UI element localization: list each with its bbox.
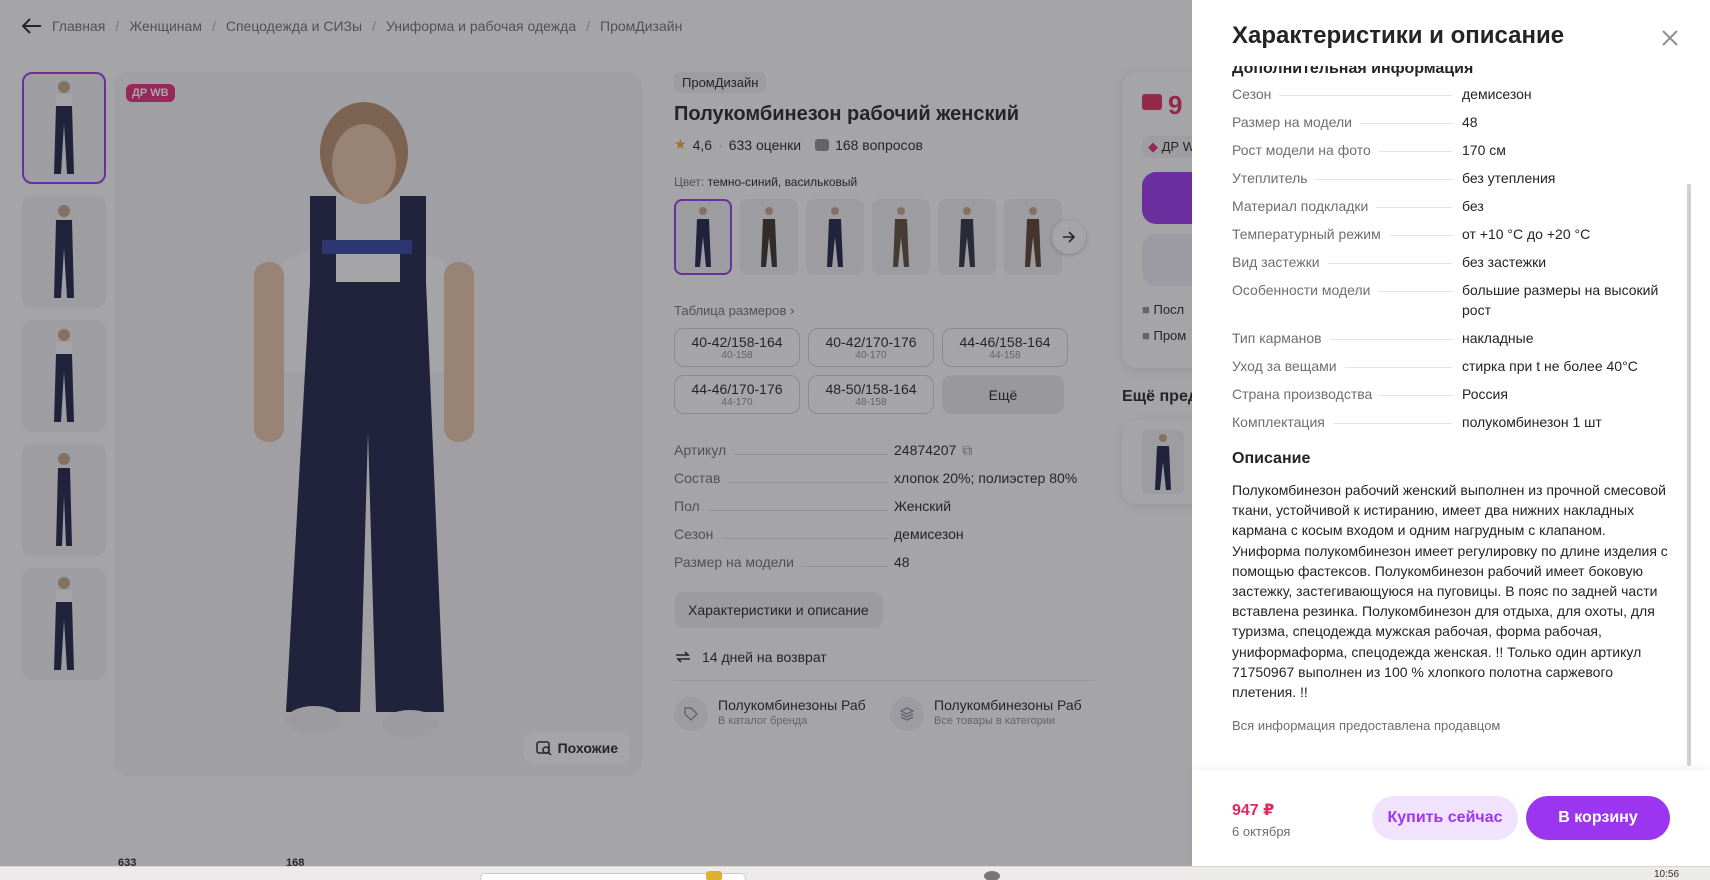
char-row: Уход за вещами стирка при t не более 40°С — [1232, 352, 1672, 380]
characteristics-list: Сезон демисезон Размер на модели 48 Рост м… — [1232, 80, 1672, 733]
char-value: 170 см — [1462, 142, 1506, 158]
char-key: Особенности модели — [1232, 282, 1371, 298]
char-value: от +10 °C до +20 °C — [1462, 226, 1591, 242]
delivery-date: 6 октября — [1232, 824, 1291, 839]
char-value: без утепления — [1462, 170, 1556, 186]
characteristics-panel: Характеристики и описание Дополнительная… — [1192, 0, 1710, 866]
char-key: Температурный режим — [1232, 226, 1381, 242]
char-key: Комплектация — [1232, 414, 1325, 430]
app-icon[interactable] — [706, 871, 722, 880]
char-value: большие размеры на высокий рост — [1462, 282, 1659, 318]
char-key: Сезон — [1232, 86, 1272, 102]
char-value: 48 — [1462, 114, 1478, 130]
char-row: Вид застежки без застежки — [1232, 248, 1672, 276]
char-row: Рост модели на фото 170 см — [1232, 136, 1672, 164]
char-row: Тип карманов накладные — [1232, 324, 1672, 352]
panel-scrollbar[interactable] — [1687, 184, 1691, 766]
char-row: Страна производства Россия — [1232, 380, 1672, 408]
char-row: Размер на модели 48 — [1232, 108, 1672, 136]
char-row: Утеплитель без утепления — [1232, 164, 1672, 192]
char-value: накладные — [1462, 330, 1534, 346]
close-icon[interactable] — [1658, 26, 1682, 50]
char-key: Утеплитель — [1232, 170, 1308, 186]
char-key: Тип карманов — [1232, 330, 1322, 346]
char-key: Вид застежки — [1232, 254, 1320, 270]
footer-price: 947 ₽ — [1232, 802, 1275, 819]
seller-note: Вся информация предоставлена продавцом — [1232, 718, 1501, 734]
clock: 10:56 — [1654, 869, 1680, 880]
panel-footer: 947 ₽ 6 октября Купить сейчас В корзину — [1192, 770, 1710, 866]
taskbar: 10:56 — [0, 866, 1710, 880]
char-row: Температурный режим от +10 °C до +20 °C — [1232, 220, 1672, 248]
char-key: Рост модели на фото — [1232, 142, 1371, 158]
panel-title: Характеристики и описание — [1232, 22, 1565, 49]
char-key: Страна производства — [1232, 386, 1373, 402]
char-row: Материал подкладки без — [1232, 192, 1672, 220]
char-value: демисезон — [1462, 86, 1532, 102]
add-to-cart-button[interactable]: В корзину — [1526, 796, 1670, 840]
char-row: Сезон демисезон — [1232, 80, 1672, 108]
char-value: стирка при t не более 40°С — [1462, 358, 1638, 374]
description-text: Полукомбинезон рабочий женский выполнен … — [1232, 482, 1668, 701]
char-key: Размер на модели — [1232, 114, 1352, 130]
char-key: Материал подкладки — [1232, 198, 1369, 214]
char-value: без — [1462, 198, 1484, 214]
char-value: полукомбинезон 1 шт — [1462, 414, 1602, 430]
char-row: Комплектация полукомбинезон 1 шт — [1232, 408, 1672, 436]
description-title: Описание — [1232, 450, 1311, 467]
char-value: Россия — [1462, 386, 1508, 402]
char-key: Уход за вещами — [1232, 358, 1337, 374]
app-icon[interactable] — [984, 871, 1000, 880]
buy-now-button[interactable]: Купить сейчас — [1372, 796, 1518, 840]
section-subtitle: Дополнительная информация — [1232, 60, 1474, 77]
panel-scroll-area[interactable]: Дополнительная информация Сезон демисезон… — [1192, 58, 1710, 770]
char-row: Особенности модели большие размеры на выс… — [1232, 276, 1672, 324]
modal-backdrop[interactable] — [0, 0, 1192, 866]
char-value: без застежки — [1462, 254, 1547, 270]
